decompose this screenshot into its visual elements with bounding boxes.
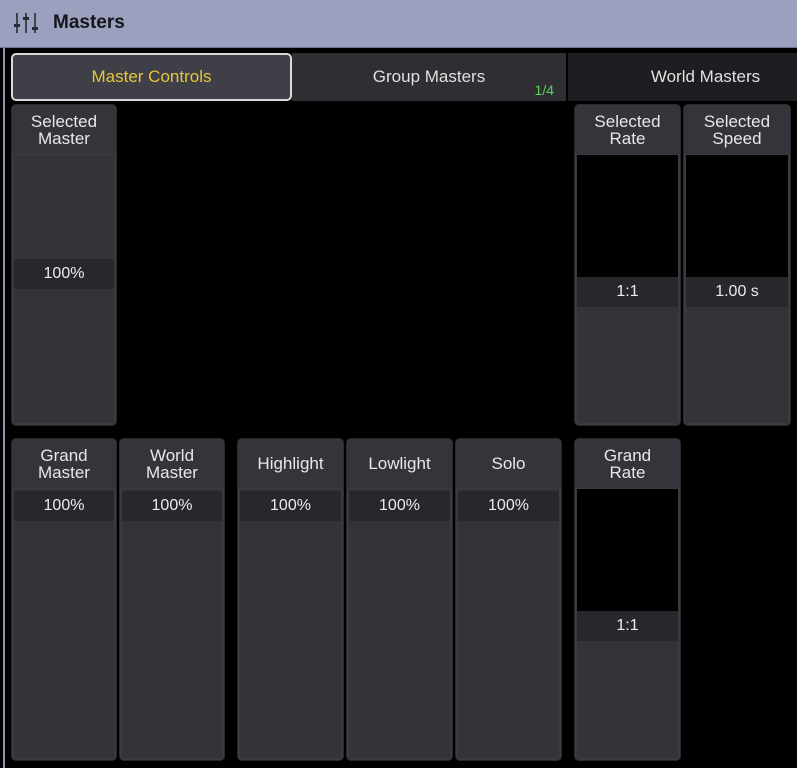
window-title: Masters (53, 12, 125, 33)
fader-track[interactable] (240, 489, 341, 758)
fader-solo[interactable]: Solo 100% (455, 438, 562, 761)
sliders-icon (14, 13, 38, 33)
fader-selected-rate[interactable]: Selected Rate 1:1 (574, 104, 681, 426)
fader-label: Selected Rate (575, 105, 680, 154)
fader-label: World Master (120, 439, 224, 488)
fader-track[interactable] (14, 155, 114, 423)
fader-value: 100% (14, 259, 114, 289)
fader-label: Lowlight (347, 439, 452, 488)
fader-selected-master[interactable]: Selected Master 100% (11, 104, 117, 426)
fader-label: Selected Master (12, 105, 116, 154)
fader-grand-master[interactable]: Grand Master 100% (11, 438, 117, 761)
fader-track[interactable] (458, 489, 559, 758)
fader-lowlight[interactable]: Lowlight 100% (346, 438, 453, 761)
fader-selected-speed[interactable]: Selected Speed 1.00 s (683, 104, 791, 426)
fader-value: 100% (122, 491, 222, 521)
fader-track[interactable] (122, 489, 222, 758)
fader-value: 100% (14, 491, 114, 521)
fader-world-master[interactable]: World Master 100% (119, 438, 225, 761)
tab-world-masters[interactable]: World Masters (568, 53, 797, 101)
fader-value: 100% (240, 491, 341, 521)
fader-label: Grand Rate (575, 439, 680, 488)
fader-label: Selected Speed (684, 105, 790, 154)
window-titlebar: Masters (0, 0, 797, 48)
fader-value: 1.00 s (686, 277, 788, 307)
fader-value: 1:1 (577, 611, 678, 641)
fader-upper-range (686, 155, 788, 277)
tab-group-masters[interactable]: Group Masters 1/4 (292, 53, 566, 101)
fader-value: 1:1 (577, 277, 678, 307)
fader-label: Highlight (238, 439, 343, 488)
tab-master-controls[interactable]: Master Controls (11, 53, 292, 101)
fader-track[interactable] (14, 489, 114, 758)
tab-label: World Masters (650, 67, 761, 86)
fader-value: 100% (349, 491, 450, 521)
tab-label: Master Controls (91, 67, 212, 86)
fader-upper-range (577, 489, 678, 611)
fader-track[interactable] (349, 489, 450, 758)
fader-highlight[interactable]: Highlight 100% (237, 438, 344, 761)
fader-upper-range (577, 155, 678, 277)
fader-value: 100% (458, 491, 559, 521)
fader-label: Grand Master (12, 439, 116, 488)
page-indicator: 1/4 (534, 82, 554, 98)
fader-label: Solo (456, 439, 561, 488)
fader-grand-rate[interactable]: Grand Rate 1:1 (574, 438, 681, 761)
tab-label: Group Masters (372, 67, 486, 86)
